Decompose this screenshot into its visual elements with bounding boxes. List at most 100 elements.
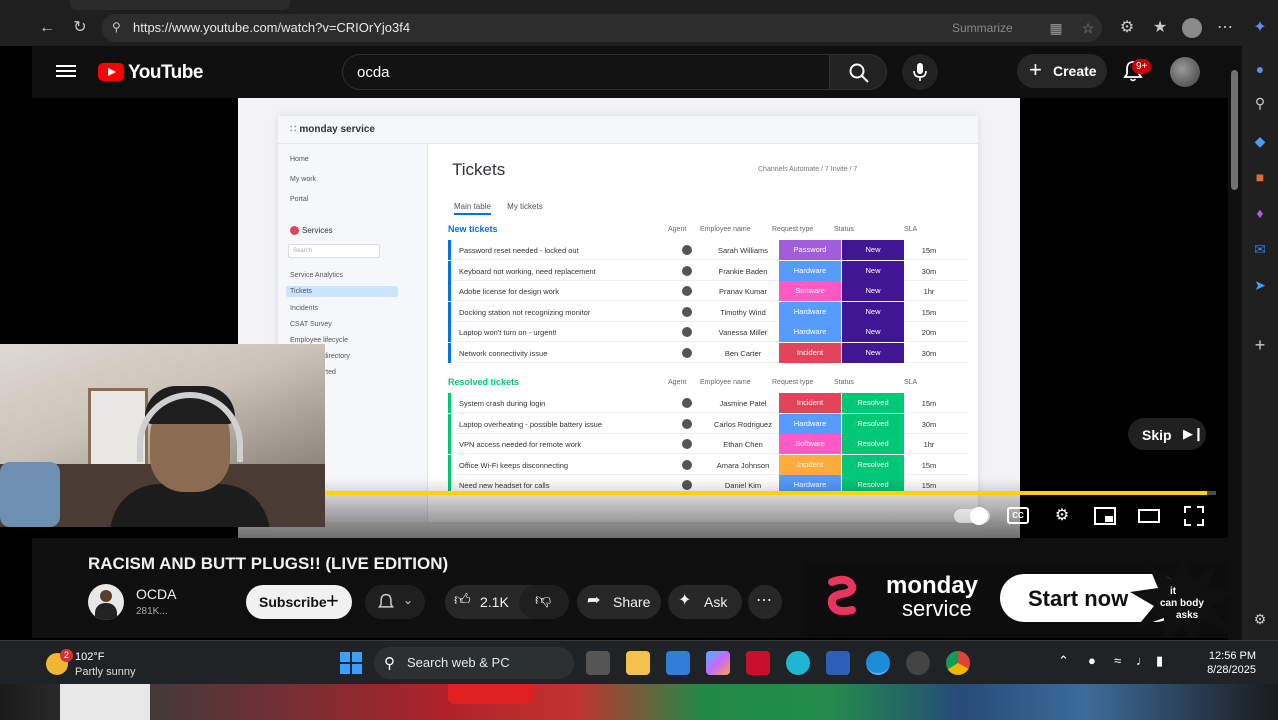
theater-mode-icon[interactable] <box>1137 505 1161 527</box>
status-cell: Resolved <box>842 454 904 475</box>
battery-icon[interactable]: ▮ <box>1156 653 1163 669</box>
favorites-icon[interactable]: ★ <box>1150 18 1170 38</box>
tray-overflow-icon[interactable]: ⌃ <box>1058 653 1069 669</box>
add-icon[interactable]: + <box>1251 336 1269 354</box>
employee-name: Jasmine Patel <box>719 399 767 408</box>
more-menu-icon[interactable]: ⋯ <box>1215 18 1235 38</box>
ticket-name: Adobe license for design work <box>459 287 560 296</box>
column-header: Employee name <box>700 379 751 386</box>
url-text[interactable]: https://www.youtube.com/watch?v=CRIOrYjo… <box>133 20 410 35</box>
tag-icon[interactable]: ◆ <box>1251 132 1269 150</box>
employee-name: Vanessa Miller <box>718 328 768 337</box>
request-type-cell: Hardware <box>779 413 841 434</box>
app-available-icon[interactable]: ▦ <box>1046 18 1066 38</box>
task-view-icon[interactable] <box>586 651 610 675</box>
account-avatar[interactable] <box>1170 57 1200 87</box>
fullscreen-icon[interactable] <box>1182 505 1206 527</box>
site-info-icon[interactable]: ⚲ <box>112 20 128 36</box>
settings-gear-icon[interactable]: ⚙ <box>1050 505 1074 527</box>
channel-name[interactable]: OCDA <box>136 586 176 602</box>
window-left-edge <box>0 46 32 640</box>
column-header: Agent <box>668 379 687 386</box>
copilot-icon[interactable]: ✦ <box>1250 18 1270 38</box>
search-query[interactable]: ocda <box>357 64 390 81</box>
address-bar[interactable]: ⚲ https://www.youtube.com/watch?v=CRIOrY… <box>102 14 1102 42</box>
edge-taskbar-icon[interactable] <box>866 651 890 675</box>
board-toolbar: Channels Automate / 7 Invite / 7 <box>758 166 858 173</box>
column-header: SLA <box>904 226 918 233</box>
ticket-row: Adobe license for design work Pranav Kuma… <box>448 281 968 301</box>
ticket-name: Office Wi-Fi keeps disconnecting <box>459 460 569 470</box>
tools-icon[interactable]: ■ <box>1251 168 1269 186</box>
outlook-icon[interactable]: ✉ <box>1251 240 1269 258</box>
volume-icon[interactable]: ♩ <box>1136 653 1149 668</box>
wifi-icon[interactable]: ≈ <box>1114 653 1121 668</box>
ticket-row: Laptop overheating - possible battery is… <box>448 413 968 434</box>
edge-sidebar: ● ⚲ ◆ ■ ♦ ✉ ➤ + ⚙ <box>1242 46 1278 640</box>
cortana-ring-icon[interactable] <box>786 651 810 675</box>
captions-button[interactable]: CC <box>1007 507 1029 524</box>
create-button[interactable]: + Create <box>1017 54 1107 88</box>
page-scrollbar[interactable] <box>1228 46 1242 640</box>
copilot-sidebar-icon[interactable]: ● <box>1251 60 1269 78</box>
employee-name: Ethan Chen <box>723 440 763 449</box>
notification-settings-button[interactable]: ⌄ <box>365 585 425 619</box>
ticket-name: Docking station not recognizing monitor <box>459 307 591 317</box>
group-title: Resolved tickets <box>448 377 520 387</box>
subscribe-button[interactable]: Subscribe + <box>246 585 352 619</box>
start-button[interactable] <box>340 652 362 674</box>
more-actions-button[interactable]: ⋯ <box>748 585 782 619</box>
employee-name: Frankie Baden <box>718 266 768 276</box>
summarize-button[interactable]: Summarize <box>952 21 1013 35</box>
agent-avatar <box>682 347 692 358</box>
taskbar-search[interactable]: ⚲ Search web & PC <box>374 647 574 679</box>
autoplay-toggle[interactable] <box>954 507 990 525</box>
board-tabs: Main table My tickets <box>454 202 543 215</box>
date: 8/28/2025 <box>1207 664 1256 676</box>
extensions-icon[interactable]: ⚙ <box>1117 18 1137 38</box>
lync-icon[interactable] <box>826 651 850 675</box>
ticket-row: Laptop won't turn on - urgent! Vanessa Mi… <box>448 322 968 342</box>
monday-ad-banner[interactable]: monday service Start now it can body ask… <box>804 562 1242 636</box>
reload-icon[interactable]: ↻ <box>70 18 90 38</box>
sidebar-settings-icon[interactable]: ⚙ <box>1251 610 1269 628</box>
profile-icon[interactable] <box>1182 18 1202 38</box>
ask-button[interactable]: ✦ Ask <box>668 585 742 619</box>
share-button[interactable]: ➦ Share <box>577 585 661 619</box>
search-button[interactable] <box>829 54 887 90</box>
obs-icon[interactable] <box>906 651 930 675</box>
system-tray: ⌃ ● ≈ ♩ ▮ 12:56 PM 8/28/2025 <box>1056 647 1278 679</box>
games-icon[interactable]: ♦ <box>1251 204 1269 222</box>
voice-search-button[interactable] <box>902 54 938 90</box>
ticket-row: VPN access needed for remote work Ethan C… <box>448 434 968 454</box>
youtube-logo[interactable]: YouTube <box>98 61 218 83</box>
search-input[interactable]: ocda <box>342 54 830 90</box>
dislike-button[interactable]: 👎︎ <box>519 585 569 619</box>
miniplayer-icon[interactable] <box>1093 505 1117 527</box>
sla-value: 30m <box>921 419 937 429</box>
ad-brand-line2: service <box>902 596 972 621</box>
file-explorer-icon[interactable] <box>626 651 650 675</box>
column-header: Request type <box>772 226 814 233</box>
mic-icon[interactable]: ● <box>1088 653 1096 668</box>
mcafee-icon[interactable] <box>746 651 770 675</box>
clock[interactable]: 12:56 PM 8/28/2025 <box>1174 649 1256 677</box>
store-icon[interactable] <box>666 651 690 675</box>
send-icon[interactable]: ➤ <box>1251 276 1269 294</box>
sla-value: 15m <box>921 460 937 470</box>
search-icon[interactable]: ⚲ <box>1251 94 1269 112</box>
progress-bar[interactable] <box>324 491 1216 495</box>
share-label: Share <box>613 594 651 610</box>
copilot-app-icon[interactable] <box>706 651 730 675</box>
chrome-icon[interactable] <box>946 651 970 675</box>
channel-avatar[interactable] <box>88 584 124 620</box>
back-icon[interactable]: ← <box>37 18 57 38</box>
skip-ad-button[interactable]: Skip ▶❙ <box>1128 418 1206 450</box>
browser-toolbar: ← ↻ ⚲ https://www.youtube.com/watch?v=CR… <box>0 10 1278 46</box>
hamburger-menu-icon[interactable] <box>56 62 76 82</box>
ticket-name: System crash during login <box>459 399 546 408</box>
weather-widget[interactable]: 2 102°F Partly sunny <box>46 647 166 679</box>
browser-tab[interactable] <box>70 0 290 10</box>
favorite-star-icon[interactable]: ☆ <box>1078 18 1098 38</box>
ticket-row: Network connectivity issue Ben Carter Inci… <box>448 342 968 363</box>
